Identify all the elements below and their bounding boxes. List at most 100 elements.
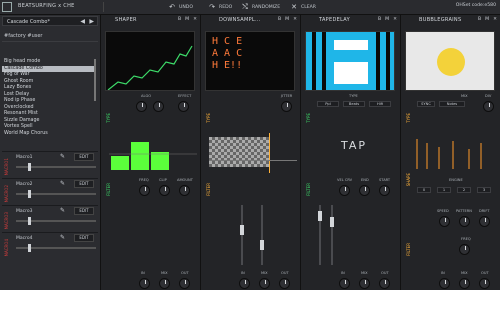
macro-slider-handle[interactable]	[28, 163, 31, 171]
algo-knob-2[interactable]	[153, 101, 164, 112]
fader-handle[interactable]	[260, 240, 264, 250]
macro-slider-handle[interactable]	[28, 217, 31, 225]
start-knob[interactable]	[379, 185, 390, 196]
macro-edit-button[interactable]: EDIT	[74, 207, 94, 215]
mute-button[interactable]: M	[185, 17, 189, 22]
close-panel-button[interactable]: ✕	[193, 17, 197, 22]
freq-knob[interactable]	[139, 185, 150, 196]
panel-title: TAPEDELAY	[319, 17, 350, 23]
div-knob[interactable]	[483, 101, 494, 112]
type-label: TYPE	[206, 113, 211, 123]
logo-icon	[2, 2, 12, 12]
pencil-icon[interactable]: ✎	[60, 154, 68, 160]
out-knob[interactable]	[279, 278, 290, 289]
preset-selector[interactable]: Cascade Combo* ◀ ▶	[2, 16, 98, 26]
macro-edit-button[interactable]: EDIT	[74, 153, 94, 161]
clear-button[interactable]: ✕ CLEAR	[290, 2, 316, 12]
macro-edit-button[interactable]: EDIT	[74, 234, 94, 242]
drift-label: DRIFT	[479, 209, 490, 213]
chevron-right-icon[interactable]: ▶	[89, 18, 94, 25]
mute-button[interactable]: M	[285, 17, 289, 22]
out-knob[interactable]	[179, 278, 190, 289]
in-knob[interactable]	[139, 278, 150, 289]
clip-label: CLIP	[159, 178, 167, 182]
in-knob[interactable]	[239, 278, 250, 289]
macro-tag: MACRO1	[4, 158, 9, 176]
close-panel-button[interactable]: ✕	[493, 17, 497, 22]
pencil-icon[interactable]: ✎	[60, 208, 68, 214]
algo-knob[interactable]	[136, 101, 147, 112]
pattern-knob[interactable]	[459, 216, 470, 227]
sync-button[interactable]: SYNC	[417, 101, 435, 107]
macro-row: MACRO1 Macro1 ✎ EDIT	[2, 151, 98, 176]
engine-option[interactable]: 2	[457, 187, 471, 193]
mode-hifi[interactable]: Hifi	[369, 101, 391, 107]
mute-button[interactable]: M	[485, 17, 489, 22]
undo-button[interactable]: ↶ UNDO	[168, 2, 193, 12]
downsample-preview	[209, 137, 269, 167]
macro-tag: MACRO2	[4, 185, 9, 203]
divider	[209, 160, 297, 161]
close-panel-button[interactable]: ✕	[393, 17, 397, 22]
panel-bubblegrains: BUBBLEGRAINS B M ✕ MIX DIV SYNC Notes TY…	[400, 15, 500, 290]
notes-selector[interactable]: Notes	[439, 101, 465, 107]
pencil-icon[interactable]: ✎	[60, 181, 68, 187]
drift-knob[interactable]	[479, 216, 490, 227]
randomize-button[interactable]: ⤭ RANDOMIZE	[241, 2, 280, 12]
freq-label: FREQ	[139, 178, 149, 182]
bypass-button[interactable]: B	[478, 17, 481, 22]
waveform-display	[105, 31, 195, 91]
end-knob[interactable]	[359, 185, 370, 196]
mix-knob[interactable]	[459, 278, 470, 289]
pattern-label: PATTERN	[456, 209, 472, 213]
preset-item[interactable]: World Map Chorus	[2, 131, 94, 138]
shaper-bar-display	[109, 142, 197, 170]
in-label: IN	[341, 271, 345, 275]
mix-knob[interactable]	[359, 278, 370, 289]
mix-knob[interactable]	[159, 278, 170, 289]
engine-option[interactable]: 3	[477, 187, 491, 193]
chevron-left-icon[interactable]: ◀	[80, 18, 85, 25]
amount-knob[interactable]	[179, 185, 190, 196]
macro-slider-handle[interactable]	[28, 244, 31, 252]
fader-handle[interactable]	[330, 217, 334, 227]
mode-beats[interactable]: Beats	[343, 101, 365, 107]
speed-knob[interactable]	[439, 216, 450, 227]
freq-knob[interactable]	[459, 244, 470, 255]
fader-handle[interactable]	[240, 225, 244, 235]
mix-knob[interactable]	[259, 278, 270, 289]
bypass-button[interactable]: B	[278, 17, 281, 22]
redo-button[interactable]: ↷ REDO	[208, 2, 232, 12]
tag-filters[interactable]: #factory #user	[4, 33, 42, 39]
mode-ppl[interactable]: Ppl	[317, 101, 339, 107]
bypass-button[interactable]: B	[178, 17, 181, 22]
close-panel-button[interactable]: ✕	[293, 17, 297, 22]
grain-svg	[406, 32, 494, 90]
bypass-button[interactable]: B	[378, 17, 381, 22]
out-knob[interactable]	[479, 278, 490, 289]
vel-crv-label: VEL CRV	[337, 178, 353, 182]
jitter-knob[interactable]	[281, 101, 292, 112]
mute-button[interactable]: M	[385, 17, 389, 22]
pencil-icon[interactable]: ✎	[60, 235, 68, 241]
macro-edit-button[interactable]: EDIT	[74, 180, 94, 188]
panel-header-controls: B M ✕	[278, 17, 297, 22]
effect-knob[interactable]	[178, 101, 189, 112]
engine-option[interactable]: 1	[437, 187, 451, 193]
cutoff-line	[269, 133, 270, 173]
filter-label: FILTER	[406, 243, 411, 256]
in-knob[interactable]	[339, 278, 350, 289]
tap-button[interactable]: TAP	[341, 139, 367, 152]
macro-slider-handle[interactable]	[28, 190, 31, 198]
fader-handle[interactable]	[318, 211, 322, 221]
engine-option[interactable]: 0	[417, 187, 431, 193]
in-knob[interactable]	[439, 278, 450, 289]
macro-row: MACRO2 Macro2 ✎ EDIT	[2, 178, 98, 203]
tape-display	[305, 31, 395, 91]
out-knob[interactable]	[379, 278, 390, 289]
scrollbar[interactable]	[94, 59, 96, 101]
filter-label: FILTER	[206, 183, 211, 196]
vel-crv-knob[interactable]	[339, 185, 350, 196]
clip-knob[interactable]	[159, 185, 170, 196]
grain-display	[405, 31, 495, 91]
